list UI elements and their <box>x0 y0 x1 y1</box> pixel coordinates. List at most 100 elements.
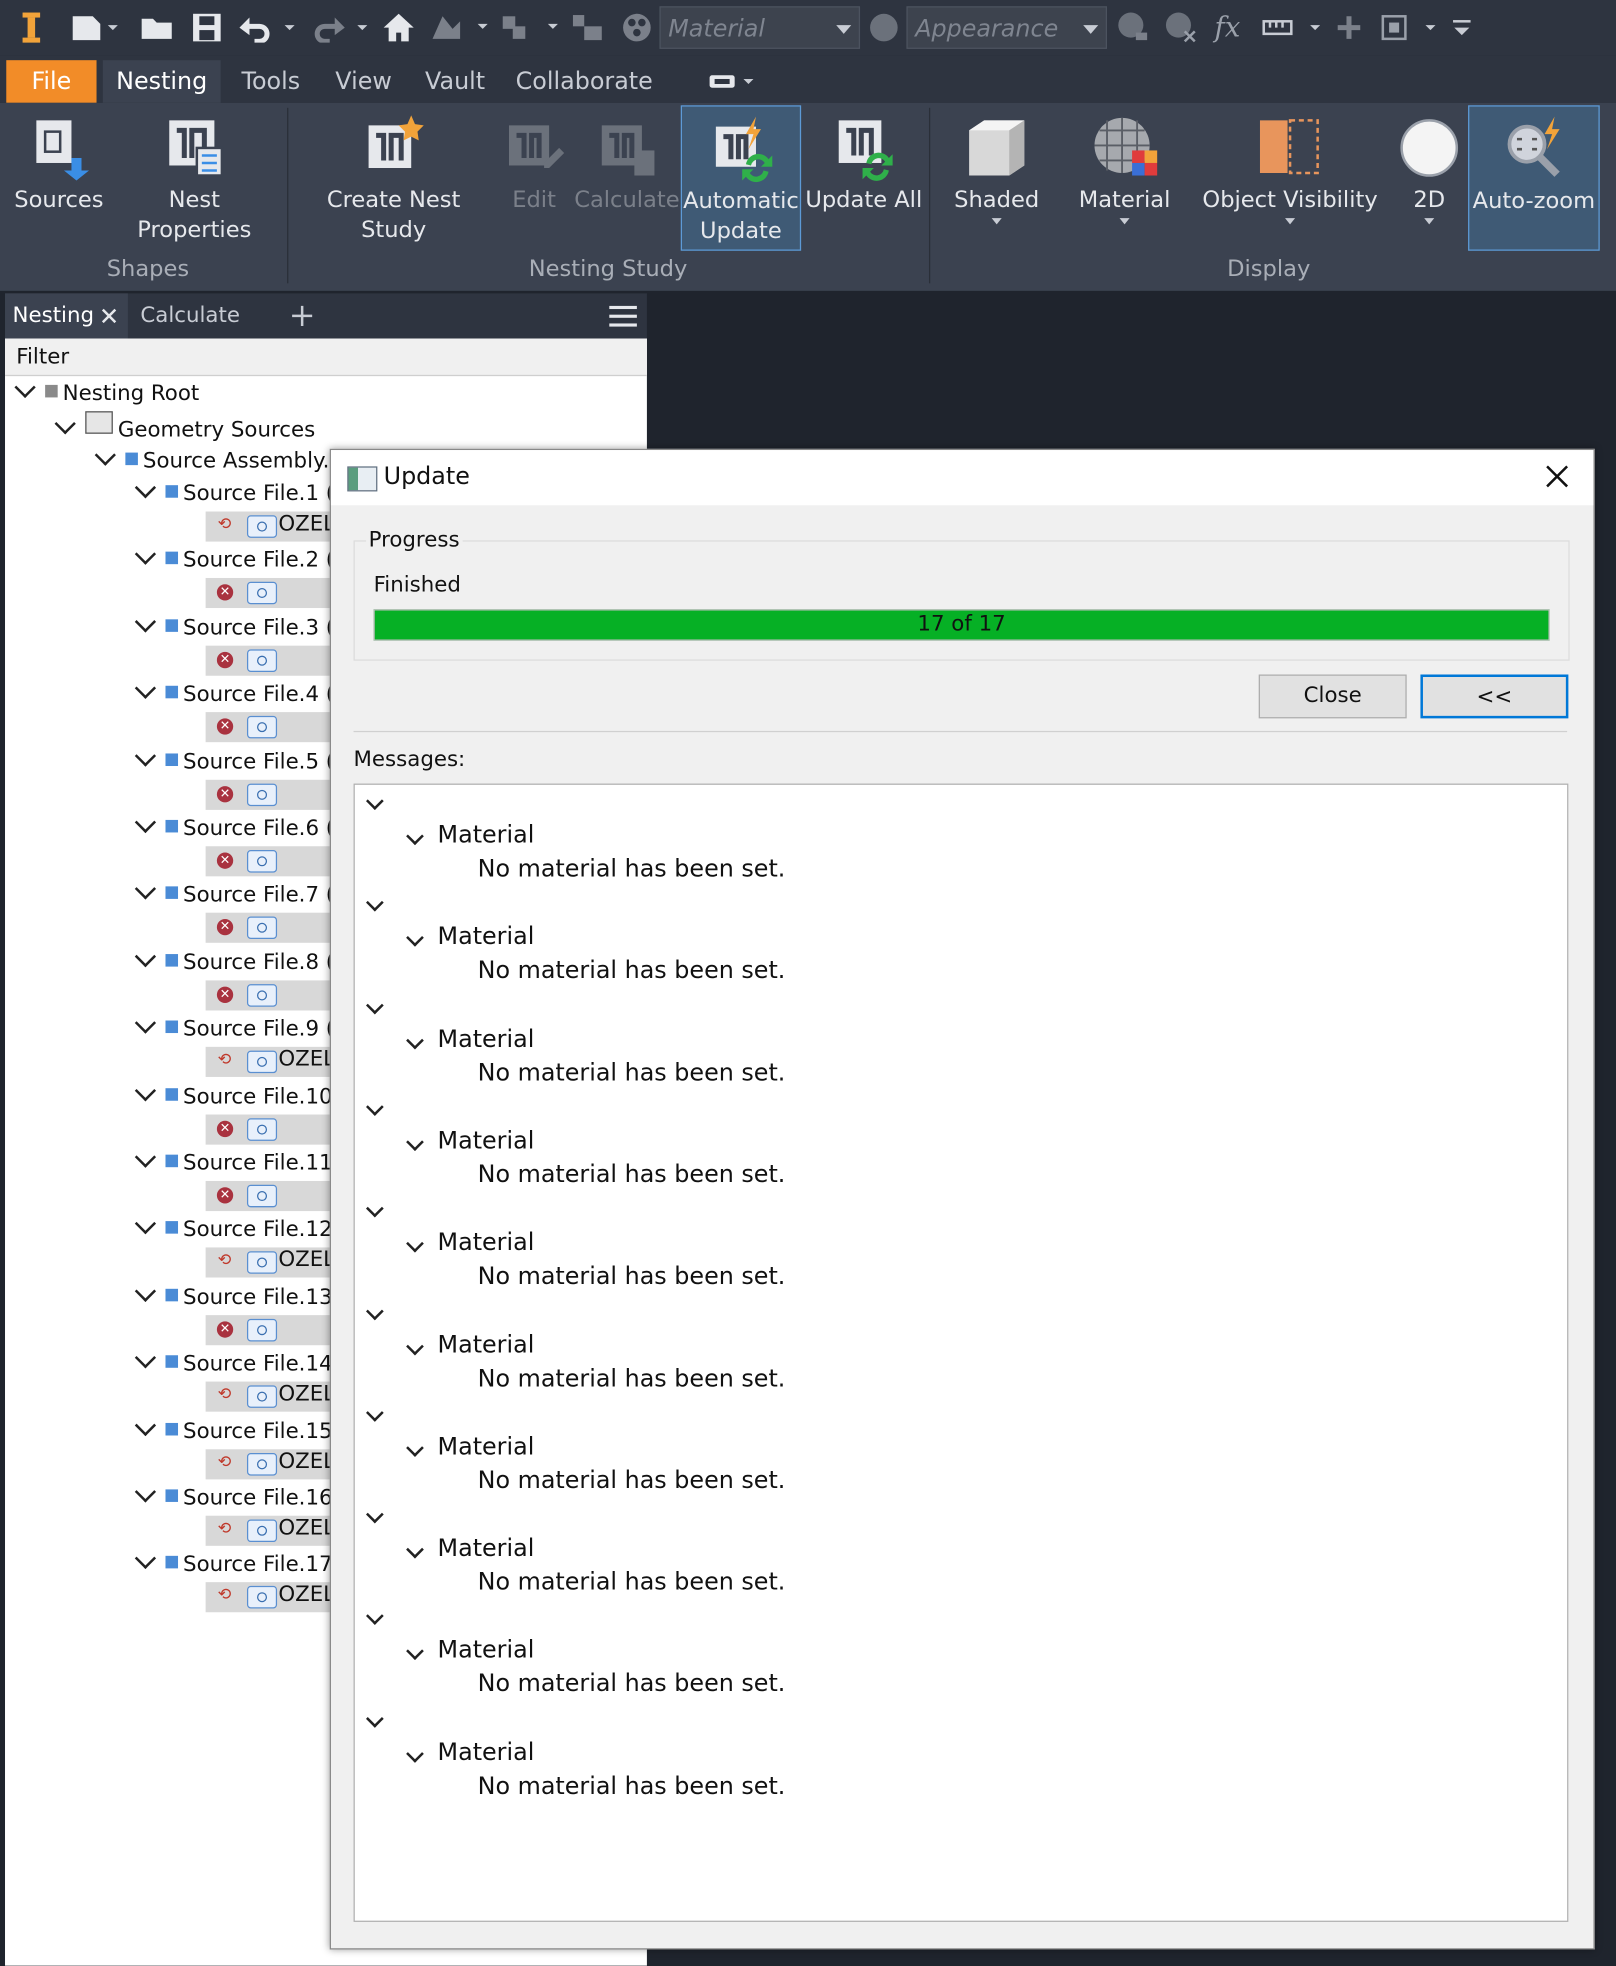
edit-button[interactable]: Edit <box>499 105 569 250</box>
fx-parameters-icon[interactable]: fx <box>1206 8 1249 48</box>
source-file-shape[interactable]: ✕ <box>205 779 331 810</box>
update-all-button[interactable]: Update All <box>804 105 924 250</box>
tree-source-file[interactable]: Source File.14 <box>134 1347 333 1379</box>
browser-tab-nesting[interactable]: Nesting <box>5 293 128 339</box>
tree-source-file[interactable]: Source File.11 <box>134 1146 333 1178</box>
source-file-shape[interactable]: ✕ <box>205 645 331 676</box>
message-category[interactable]: Material <box>438 1127 535 1155</box>
undo-icon[interactable] <box>233 8 296 48</box>
object-visibility-button[interactable]: Object Visibility <box>1196 105 1384 250</box>
tab-tools[interactable]: Tools <box>228 60 313 103</box>
automatic-update-button[interactable]: Automatic Update <box>680 105 802 251</box>
tree-source-file[interactable]: Source File.4 ( <box>134 677 334 710</box>
chevron-down-icon[interactable] <box>406 1438 424 1457</box>
chevron-down-icon[interactable] <box>406 1031 424 1049</box>
color-override-icon[interactable] <box>617 8 657 48</box>
customize-toolbar-icon[interactable] <box>1447 8 1477 48</box>
material-combo[interactable]: Material <box>659 6 861 49</box>
ribbon-display-options[interactable] <box>702 60 757 103</box>
chevron-down-icon[interactable] <box>406 1235 424 1253</box>
chevron-down-icon[interactable] <box>134 1012 157 1034</box>
source-file-shape[interactable]: ✕ <box>205 980 331 1011</box>
material-dropdown-icon[interactable] <box>1119 218 1130 225</box>
filter-bar[interactable]: Filter <box>5 338 647 377</box>
adjust-appearance-icon[interactable] <box>1113 8 1153 48</box>
chevron-down-icon[interactable] <box>54 413 76 435</box>
chevron-down-icon[interactable] <box>406 1642 424 1661</box>
chevron-down-icon[interactable] <box>134 1548 157 1570</box>
message-category[interactable]: Material <box>438 1738 535 1766</box>
tree-source-file[interactable]: Source File.8 ( <box>134 945 334 978</box>
tree-source-file[interactable]: Source File.15 <box>134 1414 333 1446</box>
source-file-shape[interactable]: ⟲ OZEL <box>205 511 335 542</box>
close-button[interactable]: Close <box>1258 674 1407 719</box>
chevron-down-icon[interactable] <box>365 1403 384 1422</box>
tab-nesting[interactable]: Nesting <box>102 60 221 103</box>
chevron-down-icon[interactable] <box>134 543 157 566</box>
home-icon[interactable] <box>379 8 419 48</box>
collapse-details-button[interactable]: << <box>1420 674 1569 719</box>
selection-priority-icon[interactable] <box>496 8 559 48</box>
tree-source-file[interactable]: Source File.6 ( <box>134 811 334 844</box>
chevron-down-icon[interactable] <box>406 1133 424 1151</box>
shaded-button[interactable]: Shaded <box>940 105 1053 250</box>
chevron-down-icon[interactable] <box>134 1347 157 1369</box>
chevron-down-icon[interactable] <box>134 811 157 834</box>
tree-source-file[interactable]: Source File.13 <box>134 1280 333 1312</box>
close-icon[interactable] <box>1543 463 1571 491</box>
message-category[interactable]: Material <box>438 1637 535 1665</box>
tree-source-file[interactable]: Source File.1 ( <box>134 477 334 509</box>
close-tab-icon[interactable] <box>100 307 118 325</box>
chevron-down-icon[interactable] <box>94 444 116 466</box>
chevron-down-icon[interactable] <box>134 677 157 700</box>
chevron-down-icon[interactable] <box>134 1414 157 1436</box>
tree-source-file[interactable]: Source File.16 <box>134 1481 333 1513</box>
chevron-down-icon[interactable] <box>134 878 157 901</box>
chevron-down-icon[interactable] <box>365 792 384 810</box>
message-category[interactable]: Material <box>438 1331 535 1359</box>
material-button[interactable]: Material <box>1066 105 1184 250</box>
tab-file[interactable]: File <box>6 60 97 103</box>
chevron-down-icon[interactable] <box>365 894 384 912</box>
tree-source-file[interactable]: Source File.10 <box>134 1079 333 1111</box>
chevron-down-icon[interactable] <box>134 1280 157 1302</box>
tree-geometry-sources[interactable]: Geometry Sources <box>54 411 316 444</box>
messages-tree[interactable]: Material No material has been set. Materia… <box>353 783 1569 1922</box>
calculate-button[interactable]: Calculate <box>574 105 680 250</box>
chevron-down-icon[interactable] <box>365 1301 384 1320</box>
hamburger-menu-icon[interactable] <box>608 303 638 328</box>
ucs-icon[interactable] <box>1377 8 1442 48</box>
chevron-down-icon[interactable] <box>134 1146 157 1168</box>
chevron-down-icon[interactable] <box>14 376 36 399</box>
chevron-down-icon[interactable] <box>134 477 157 499</box>
clear-appearance-icon[interactable] <box>1161 8 1201 48</box>
sources-button[interactable]: Sources <box>10 105 108 250</box>
message-category[interactable]: Material <box>438 1433 535 1461</box>
message-category[interactable]: Material <box>438 1535 535 1563</box>
tab-collaborate[interactable]: Collaborate <box>506 60 661 103</box>
chevron-down-icon[interactable] <box>365 1505 384 1524</box>
tree-source-file[interactable]: Source File.5 ( <box>134 744 334 777</box>
add-icon[interactable] <box>1331 8 1366 48</box>
parts-icon[interactable] <box>567 8 610 48</box>
add-tab-icon[interactable] <box>291 305 314 328</box>
source-file-shape[interactable]: ✕ <box>205 1314 331 1345</box>
chevron-down-icon[interactable] <box>134 1079 157 1101</box>
2d-dropdown-icon[interactable] <box>1424 218 1435 225</box>
message-category[interactable]: Material <box>438 1229 535 1257</box>
source-file-shape[interactable]: ✕ <box>205 712 331 743</box>
chevron-down-icon[interactable] <box>365 1607 384 1626</box>
save-icon[interactable] <box>188 8 226 48</box>
source-file-shape[interactable]: ✕ <box>205 913 331 944</box>
chevron-down-icon[interactable] <box>406 827 424 846</box>
chevron-down-icon[interactable] <box>365 1199 384 1218</box>
source-file-shape[interactable]: ✕ <box>205 1114 331 1145</box>
source-file-shape[interactable]: ✕ <box>205 846 331 877</box>
tree-source-assembly[interactable]: Source Assembly.1 <box>94 444 343 476</box>
chevron-down-icon[interactable] <box>365 1709 384 1728</box>
source-file-shape[interactable]: ⟲ OZEL <box>205 1047 335 1078</box>
message-category[interactable]: Material <box>438 1025 535 1053</box>
object-visibility-dropdown-icon[interactable] <box>1285 218 1296 225</box>
tree-source-file[interactable]: Source File.9 ( <box>134 1012 334 1044</box>
2d-button[interactable]: 2D <box>1392 105 1467 250</box>
